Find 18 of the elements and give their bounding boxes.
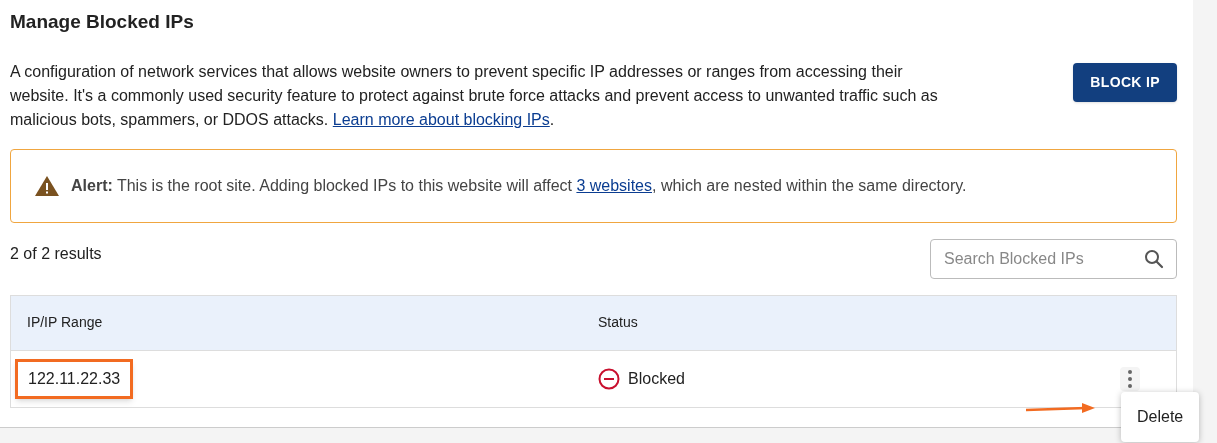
more-options-button[interactable]	[1120, 366, 1140, 391]
results-count: 2 of 2 results	[10, 243, 102, 264]
blocked-icon	[598, 367, 620, 390]
block-ip-button[interactable]: BLOCK IP	[1073, 62, 1177, 102]
search-icon[interactable]	[1144, 248, 1164, 269]
warning-icon	[35, 175, 59, 196]
status-text: Blocked	[628, 368, 685, 389]
ip-cell: 122.11.22.33	[15, 358, 134, 399]
page-title: Manage Blocked IPs	[10, 10, 194, 34]
learn-more-link[interactable]: Learn more about blocking IPs	[332, 110, 550, 128]
websites-link[interactable]: 3 websites	[576, 176, 652, 194]
column-header: Status	[598, 313, 638, 332]
search-field[interactable]: Search Blocked IPs	[930, 238, 1177, 279]
column-header: IP/IP Range	[27, 313, 104, 332]
description-text: A configuration of network services that allows website owners to prevent specific IP addresses or ranges from accessing their website. It's a commonly used security feature to protect against brute force attacks and prevent access to unwanted traffic such as malicious bots, spammers, or DDOS attacks. Learn more about blocking IPs.	[10, 61, 939, 130]
pointer-arrow	[1024, 402, 1096, 416]
delete-menu-item[interactable]: Delete	[1121, 393, 1200, 440]
alert-text: Alert: This is the root site. Adding blocked IPs to this website will affect 3 websites, which are nested within the same directory.	[71, 175, 967, 196]
